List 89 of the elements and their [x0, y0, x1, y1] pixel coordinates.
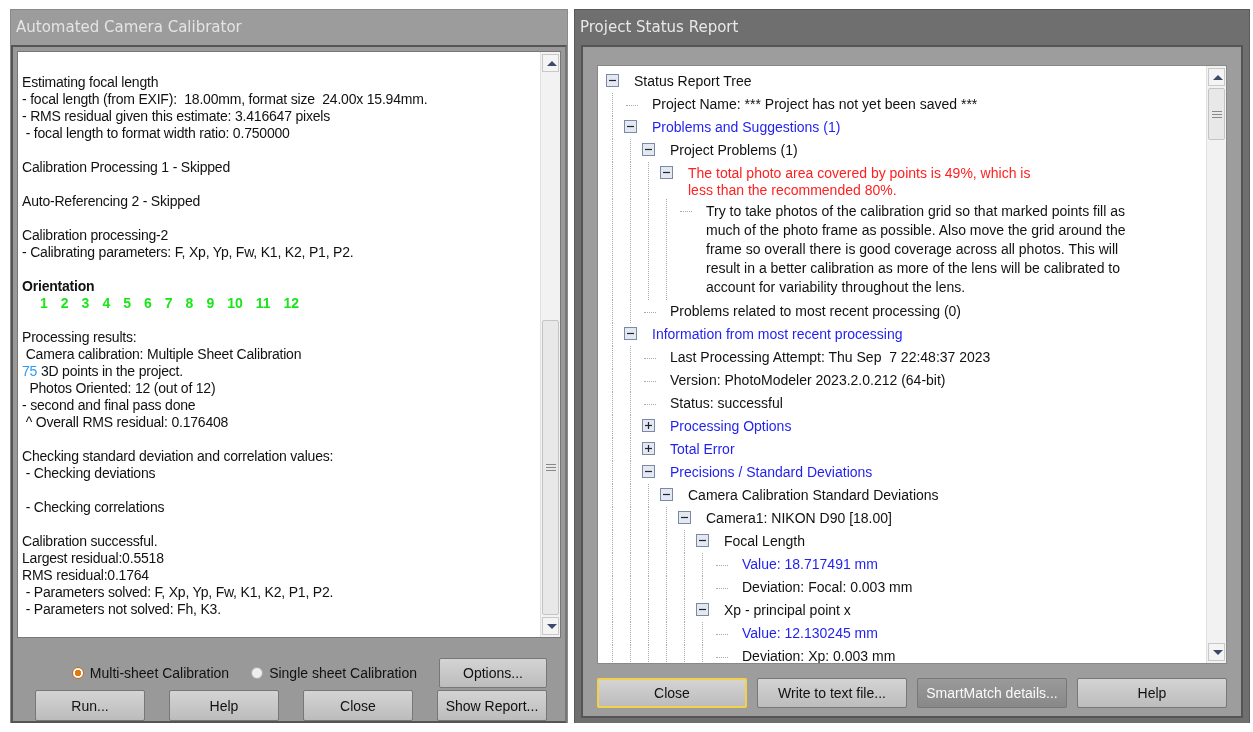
scroll-thumb[interactable] [542, 320, 559, 615]
tree-item[interactable]: Last Processing Attempt: Thu Sep 7 22:48:37 2023 [666, 346, 995, 366]
collapse-icon[interactable] [642, 465, 655, 478]
photo-number: 2 [60, 295, 69, 312]
mode-radio[interactable]: Single sheet Calibration [251, 665, 417, 681]
log-line: - Parameters solved: F, Xp, Yp, Fw, K1, K2, P1, P2. [24, 584, 335, 601]
photo-number: 11 [255, 295, 271, 312]
log-line: - Checking deviations [24, 465, 157, 482]
expand-icon[interactable] [642, 442, 655, 455]
scroll-up-icon[interactable] [1208, 68, 1225, 86]
photo-number: 6 [144, 295, 152, 312]
tree-item[interactable]: Deviation: Xp: 0.003 mm [738, 645, 900, 663]
options-button[interactable]: Options... [439, 658, 547, 688]
log-line: - focal length to format width ratio: 0.750000 [24, 125, 291, 142]
collapse-icon[interactable] [660, 166, 673, 179]
dialog-button[interactable]: Show Report... [437, 690, 547, 721]
log-line: Calibration Processing 1 - Skipped [22, 159, 231, 176]
tree-item[interactable]: Xp - principal point x [720, 599, 855, 619]
log-line: - second and final pass done [22, 397, 197, 414]
dialog-button[interactable]: Help [169, 690, 279, 721]
tree-item[interactable]: Status Report Tree [630, 70, 756, 90]
mode-radio[interactable]: Multi-sheet Calibration [71, 665, 230, 681]
tree-item[interactable]: Camera Calibration Standard Deviations [684, 484, 943, 504]
log-line: RMS residual:0.1764 [22, 567, 150, 584]
log-line: Estimating focal length [22, 74, 160, 91]
scrollbar[interactable] [1206, 66, 1226, 663]
tree-item[interactable]: Value: 12.130245 mm [738, 622, 882, 642]
collapse-icon[interactable] [606, 74, 619, 87]
tree-item[interactable]: Problems and Suggestions (1) [648, 116, 845, 136]
photo-number: 10 [227, 295, 243, 312]
log-line: 75 3D points in the project. [22, 363, 184, 380]
tree-item[interactable]: The total photo area covered by points is 49%, which is less than the recommended 80%. [684, 162, 1052, 199]
dialog-button[interactable]: Help [1077, 678, 1227, 708]
collapse-icon[interactable] [624, 120, 637, 133]
log-line: - RMS residual given this estimate: 3.416647 pixels [22, 108, 332, 125]
tree-item[interactable]: Processing Options [666, 415, 796, 435]
tree-item[interactable]: Try to take photos of the calibration grid so that marked points fill as much of the photo frame as possible. Also move the grid around the frame so overall there is good coverage across all photos. This will result in a better calibration as more of the lens will be calibrated to account for variability throughout the lens. [702, 199, 1150, 300]
tree-item[interactable]: Project Problems (1) [666, 139, 802, 159]
collapse-icon[interactable] [660, 488, 673, 501]
log-line: Auto-Referencing 2 - Skipped [22, 193, 202, 210]
photo-number: 5 [123, 295, 131, 312]
log-line: Checking standard deviation and correlation values: [22, 448, 335, 465]
photo-number: 1 [40, 295, 48, 312]
tree-item[interactable]: Project Name: *** Project has not yet been saved *** [648, 93, 982, 113]
log-line: - Parameters not solved: Fh, K3. [24, 601, 222, 618]
radio-icon[interactable] [251, 667, 264, 679]
tree-item[interactable]: Information from most recent processing [648, 323, 907, 343]
photo-number: 7 [164, 295, 173, 312]
tree-item[interactable]: Value: 18.717491 mm [738, 553, 882, 573]
expand-icon[interactable] [642, 419, 655, 432]
log-line: ^ Overall RMS residual: 0.176408 [24, 414, 230, 431]
photo-number: 8 [185, 295, 194, 312]
tree-item[interactable]: Version: PhotoModeler 2023.2.0.212 (64-bit) [666, 369, 950, 389]
tree-item[interactable]: Deviation: Focal: 0.003 mm [738, 576, 917, 596]
scroll-down-icon[interactable] [1208, 643, 1225, 661]
collapse-icon[interactable] [624, 327, 637, 340]
collapse-icon[interactable] [696, 603, 709, 616]
dialog-button[interactable]: Write to text file... [757, 678, 907, 708]
photo-number: 4 [102, 295, 111, 312]
collapse-icon[interactable] [678, 511, 691, 524]
scroll-down-icon[interactable] [542, 617, 559, 635]
tree-item[interactable]: Focal Length [720, 530, 809, 550]
tree-item[interactable]: Status: successful [666, 392, 787, 412]
tree-item[interactable]: Problems related to most recent processing (0) [666, 300, 965, 320]
log-line: Calibration processing-2 [22, 227, 170, 244]
tree-item[interactable]: Camera1: NIKON D90 [18.00] [702, 507, 896, 527]
dialog-button[interactable]: Close [597, 678, 747, 708]
dialog-button[interactable]: Run... [35, 690, 145, 721]
log-line: Processing results: [22, 329, 138, 346]
scroll-thumb[interactable] [1208, 88, 1225, 140]
scroll-up-icon[interactable] [542, 54, 559, 72]
radio-icon[interactable] [71, 667, 84, 679]
photo-number: 9 [206, 295, 215, 312]
log-line: Photos Oriented: 12 (out of 12) [28, 380, 217, 397]
log-line: Camera calibration: Multiple Sheet Calibration [24, 346, 303, 363]
log-line: Largest residual:0.5518 [22, 550, 165, 567]
tree-item[interactable]: Total Error [666, 438, 739, 458]
collapse-icon[interactable] [642, 143, 655, 156]
photo-number: 12 [283, 295, 300, 312]
log-line: - Calibrating parameters: F, Xp, Yp, Fw, K1, K2, P1, P2. [22, 244, 355, 261]
log-heading: Orientation [22, 278, 96, 295]
tree-item[interactable]: Precisions / Standard Deviations [666, 461, 877, 481]
scrollbar[interactable] [540, 52, 560, 637]
log-line: Calibration successful. [22, 533, 159, 550]
collapse-icon[interactable] [696, 534, 709, 547]
photo-number: 3 [81, 295, 90, 312]
log-line: - focal length (from EXIF): 18.00mm, format size 24.00x 15.94mm. [22, 91, 429, 108]
dialog-button[interactable]: Close [303, 690, 413, 721]
log-line: - Checking correlations [24, 499, 166, 516]
